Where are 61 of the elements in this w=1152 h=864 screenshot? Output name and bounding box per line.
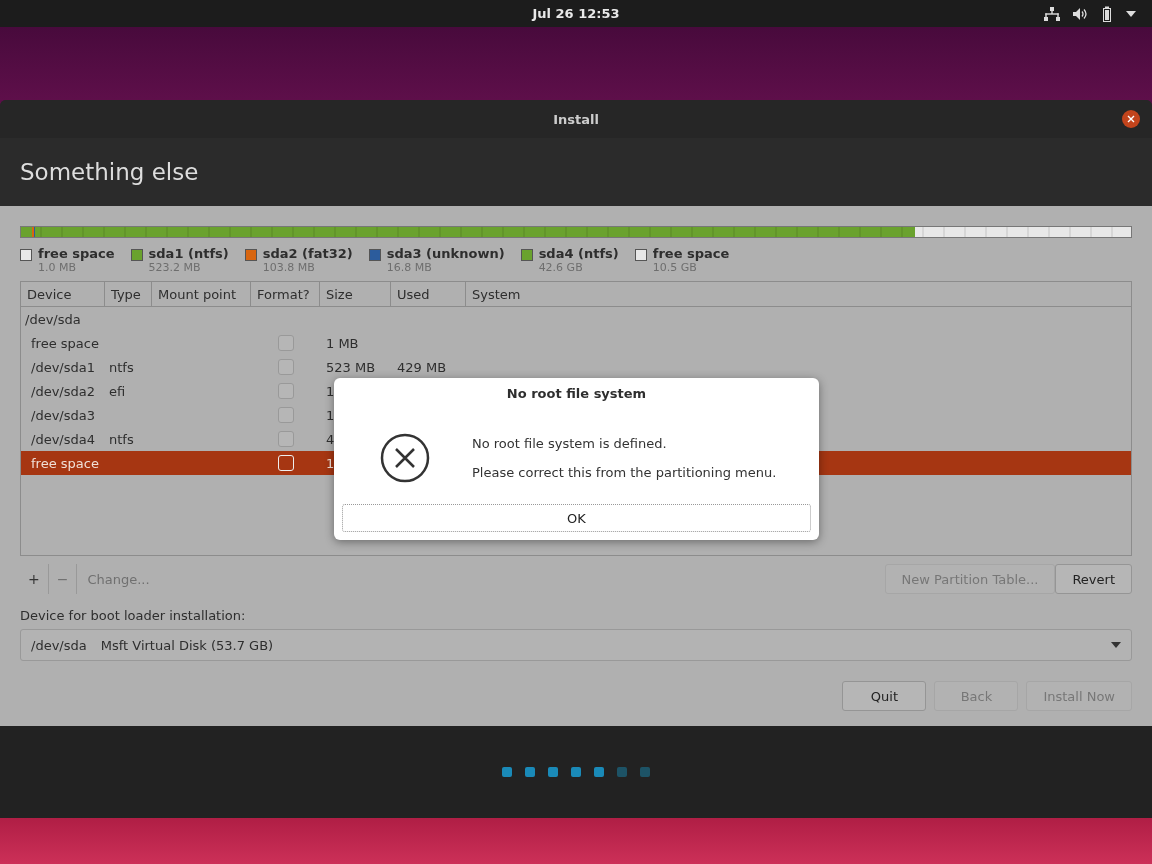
partition-size: 523.2 MB <box>148 261 202 274</box>
partition-size: 42.6 GB <box>538 261 584 274</box>
table-cell-text: 1 <box>325 407 336 423</box>
partition-name: sda4 (ntfs) <box>538 246 619 261</box>
format-checkbox[interactable] <box>277 431 294 447</box>
caret-icon[interactable] <box>1126 11 1136 17</box>
close-icon <box>1127 115 1135 123</box>
boot-loader-label: Device for boot loader installation: <box>20 608 247 623</box>
partition-size: 103.8 MB <box>262 261 316 274</box>
boot-loader-dropdown[interactable]: /dev/sda Msft Virtual Disk (53.7 GB) <box>20 629 1132 661</box>
column-header[interactable]: Size <box>320 282 391 306</box>
format-checkbox[interactable] <box>277 383 294 399</box>
table-cell-text: efi <box>109 383 127 399</box>
table-cell[interactable]: /dev/sda2 <box>21 383 109 399</box>
window-title: Install <box>553 111 599 127</box>
partition-size: 16.8 MB <box>386 261 433 274</box>
table-cell-text: 429 MB <box>396 359 448 375</box>
column-header[interactable]: System <box>466 282 1131 306</box>
partition-name: sda2 (fat32) <box>262 246 353 261</box>
column-header[interactable]: Format? <box>251 282 320 306</box>
partition-name: sda3 (unknown) <box>386 246 505 261</box>
dialog-detail: Please correct this from the partitioning menu. <box>472 464 777 480</box>
network-icon[interactable] <box>1044 7 1060 21</box>
table-cell[interactable]: free space <box>21 455 109 471</box>
column-header[interactable]: Used <box>391 282 466 306</box>
dialog-title: No root file system <box>506 386 647 401</box>
partition-name: sda1 (ntfs) <box>148 246 229 261</box>
dialog-message: No root file system is defined. <box>472 435 668 451</box>
table-cell-text: 4 <box>325 431 336 447</box>
partition-size: 1.0 MB <box>38 261 78 274</box>
clock: Jul 26 12:53 <box>532 6 620 21</box>
table-cell[interactable]: /dev/sda4 <box>21 431 109 447</box>
volume-icon[interactable] <box>1072 7 1088 21</box>
action-button[interactable]: Quit <box>842 681 927 711</box>
partition-name: free space <box>38 246 115 261</box>
table-cell-text: 1 <box>325 383 336 399</box>
partition-name: free space <box>652 246 730 261</box>
column-header[interactable]: Mount point <box>152 282 251 306</box>
table-cell[interactable]: free space <box>21 335 109 351</box>
error-icon <box>380 432 430 483</box>
format-checkbox[interactable] <box>277 335 294 351</box>
table-cell[interactable]: /dev/sda <box>21 311 87 327</box>
table-cell-text: ntfs <box>109 359 135 375</box>
table-cell[interactable]: /dev/sda3 <box>21 407 109 423</box>
format-checkbox[interactable] <box>277 359 294 375</box>
page-heading: Something else <box>20 159 199 185</box>
partition-size: 10.5 GB <box>652 261 698 274</box>
table-cell-text: 523 MB <box>325 359 377 375</box>
battery-icon[interactable] <box>1100 6 1114 22</box>
ok-button[interactable]: OK <box>342 504 811 532</box>
table-cell-text: ntfs <box>109 431 135 447</box>
table-cell[interactable]: /dev/sda1 <box>21 359 109 375</box>
table-cell-text: 1 MB <box>325 335 360 351</box>
revert-button[interactable]: Revert <box>1055 564 1132 594</box>
table-cell-text: 1 <box>325 455 336 471</box>
column-header[interactable]: Type <box>105 282 152 306</box>
format-checkbox[interactable] <box>277 407 294 423</box>
add-button[interactable]: + <box>20 564 49 594</box>
close-button[interactable] <box>1122 110 1140 128</box>
column-header[interactable]: Device <box>21 282 105 306</box>
caret-icon <box>1111 642 1121 648</box>
